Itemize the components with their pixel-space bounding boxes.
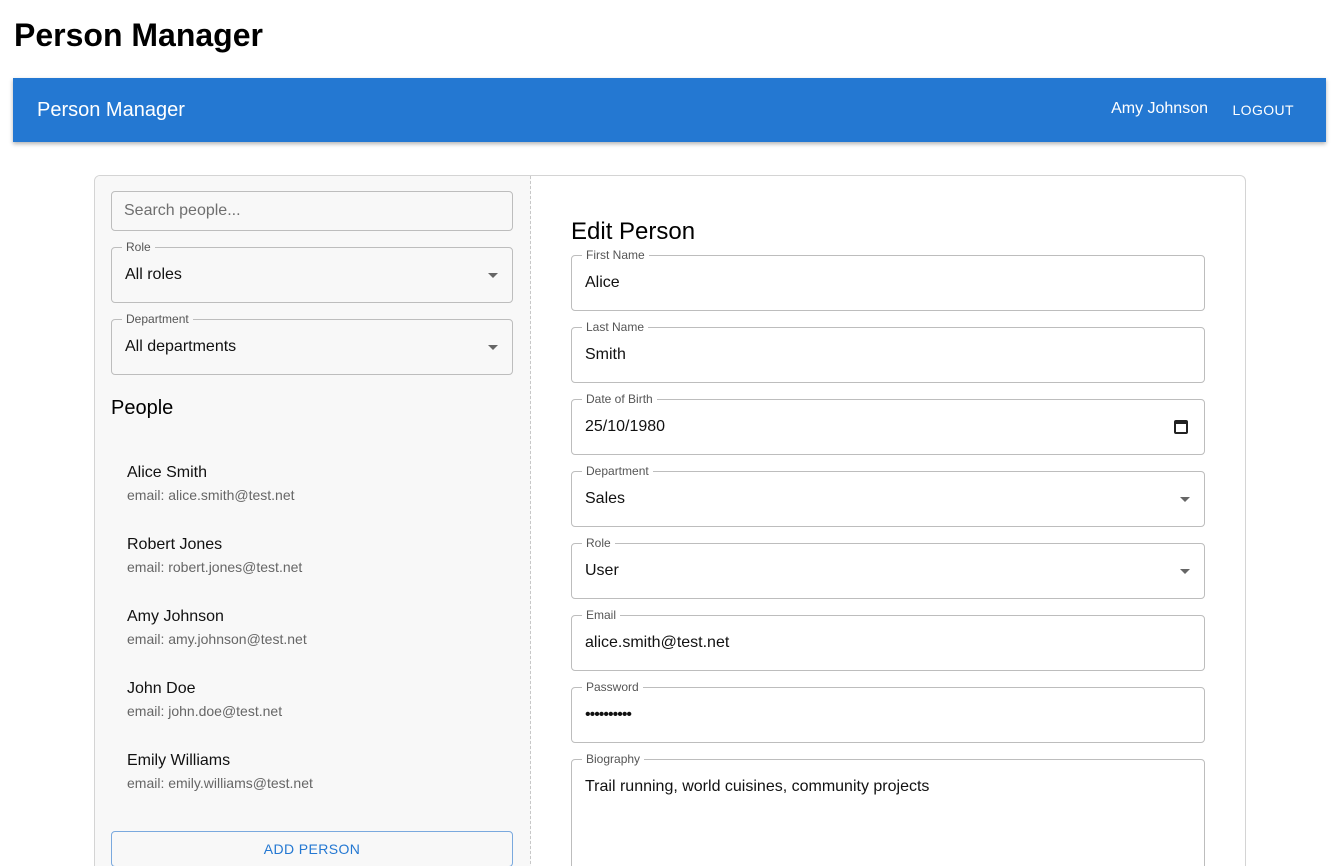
first-name-value: Alice (585, 274, 620, 291)
people-panel: Role All roles Department All department… (95, 176, 531, 866)
department-filter-label: Department (122, 312, 193, 326)
role-filter-select[interactable]: Role All roles (111, 240, 513, 303)
list-item[interactable]: Emily Williams email: emily.williams@tes… (127, 752, 313, 791)
chevron-down-icon (488, 273, 498, 278)
date-of-birth-value: 25/10/1980 (585, 418, 666, 435)
email-field[interactable]: Email alice.smith@test.net (571, 608, 1205, 671)
biography-value: Trail running, world cuisines, community… (585, 778, 930, 795)
department-select[interactable]: Department Sales (571, 464, 1205, 527)
person-email: email: alice.smith@test.net (127, 487, 295, 503)
person-email: email: john.doe@test.net (127, 703, 283, 719)
last-name-value: Smith (585, 346, 626, 363)
role-filter-label: Role (122, 240, 155, 254)
search-input[interactable] (111, 191, 513, 231)
date-of-birth-label: Date of Birth (582, 392, 657, 406)
last-name-field[interactable]: Last Name Smith (571, 320, 1205, 383)
list-item[interactable]: Robert Jones email: robert.jones@test.ne… (127, 536, 302, 575)
department-label: Department (582, 464, 653, 478)
app-brand[interactable]: Person Manager (37, 99, 185, 122)
department-filter-value: All departments (125, 338, 237, 355)
list-item[interactable]: Amy Johnson email: amy.johnson@test.net (127, 608, 307, 647)
person-name: Robert Jones (127, 536, 223, 553)
chevron-down-icon (488, 345, 498, 350)
email-label: Email (582, 608, 621, 622)
edit-person-heading: Edit Person (571, 218, 696, 245)
list-item[interactable]: John Doe email: john.doe@test.net (127, 680, 282, 719)
role-select[interactable]: Role User (571, 536, 1205, 599)
department-value: Sales (585, 490, 626, 507)
person-name: Emily Williams (127, 752, 231, 769)
chevron-down-icon (1180, 569, 1190, 574)
password-label: Password (582, 680, 643, 694)
person-manager-card: Role All roles Department All department… (94, 175, 1246, 866)
role-filter-value: All roles (125, 266, 182, 283)
person-name: Amy Johnson (127, 608, 224, 625)
current-user: Amy Johnson (1111, 100, 1208, 117)
role-value: User (585, 562, 619, 579)
password-field[interactable]: Password •••••••••• (571, 680, 1205, 743)
calendar-icon[interactable] (1174, 420, 1188, 434)
department-filter-select[interactable]: Department All departments (111, 312, 513, 375)
logout-button[interactable]: LOGOUT (1232, 102, 1294, 118)
person-email: email: robert.jones@test.net (127, 559, 303, 575)
date-of-birth-field[interactable]: Date of Birth 25/10/1980 (571, 392, 1205, 455)
people-heading: People (111, 397, 174, 419)
add-person-button[interactable]: ADD PERSON (111, 831, 513, 866)
chevron-down-icon (1180, 497, 1190, 502)
password-value: •••••••••• (585, 706, 632, 723)
first-name-field[interactable]: First Name Alice (571, 248, 1205, 311)
role-label: Role (582, 536, 615, 550)
biography-field[interactable]: Biography Trail running, world cuisines,… (571, 752, 1205, 866)
email-value: alice.smith@test.net (585, 634, 730, 651)
person-name: Alice Smith (127, 464, 208, 481)
edit-person-panel: Edit Person First Name Alice Last Name S… (531, 176, 1245, 866)
person-email: email: emily.williams@test.net (127, 775, 313, 791)
page-title: Person Manager (14, 17, 263, 53)
list-item[interactable]: Alice Smith email: alice.smith@test.net (127, 464, 295, 503)
last-name-label: Last Name (582, 320, 649, 334)
app-bar: Person Manager Amy Johnson LOGOUT (13, 78, 1326, 142)
person-email: email: amy.johnson@test.net (127, 631, 307, 647)
person-name: John Doe (127, 680, 196, 697)
first-name-label: First Name (582, 248, 649, 262)
biography-label: Biography (582, 752, 645, 766)
